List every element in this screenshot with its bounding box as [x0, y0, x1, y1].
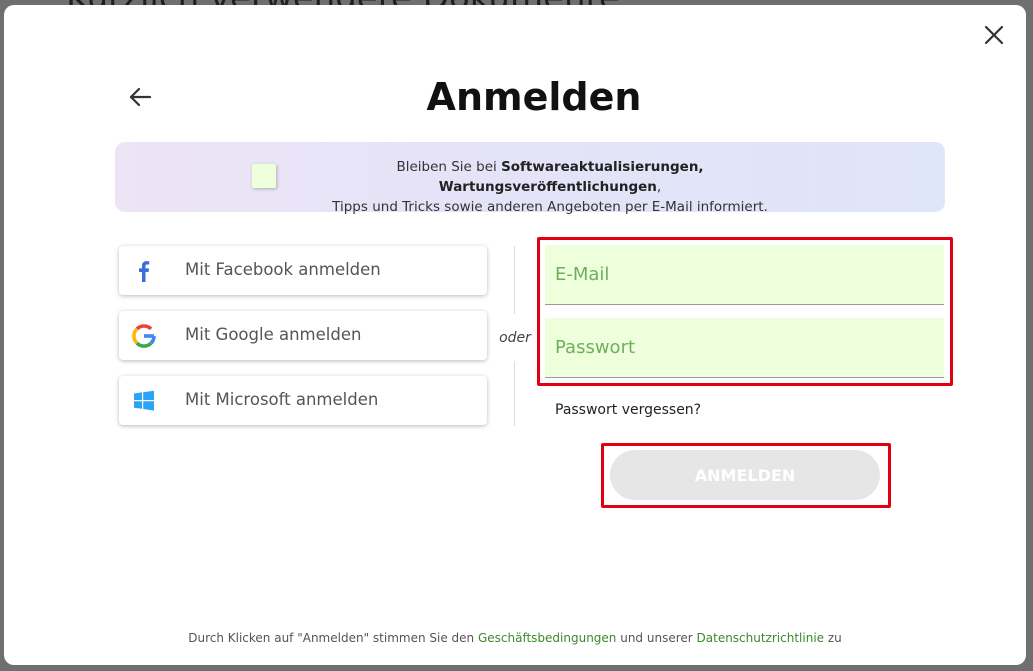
- footer-text-before: Durch Klicken auf "Anmelden" stimmen Sie…: [188, 631, 478, 645]
- separator-label: oder: [499, 330, 531, 346]
- login-dialog: Anmelden Bleiben Sie bei Softwareaktuali…: [4, 5, 1026, 665]
- windows-icon: [134, 390, 154, 411]
- microsoft-login-button[interactable]: Mit Microsoft anmelden: [119, 376, 487, 425]
- divider-bottom: [514, 361, 515, 426]
- facebook-login-label: Mit Facebook anmelden: [185, 260, 381, 279]
- newsletter-text-comma: ,: [656, 179, 662, 195]
- forgot-password-link[interactable]: Passwort vergessen?: [555, 402, 701, 418]
- login-button[interactable]: ANMELDEN: [610, 450, 880, 500]
- page-title: Anmelden: [426, 75, 642, 119]
- terms-footer: Durch Klicken auf "Anmelden" stimmen Sie…: [4, 631, 1026, 645]
- footer-text-middle: und unserer: [616, 631, 697, 645]
- microsoft-login-label: Mit Microsoft anmelden: [185, 390, 379, 409]
- facebook-icon: [139, 261, 150, 282]
- email-field[interactable]: [545, 245, 944, 305]
- newsletter-text-prefix: Bleiben Sie bei: [396, 159, 502, 175]
- newsletter-text: Bleiben Sie bei Softwareaktualisierungen…: [285, 157, 815, 217]
- close-icon: [984, 25, 1004, 45]
- newsletter-checkbox[interactable]: [252, 164, 276, 188]
- google-icon: [132, 324, 156, 348]
- divider-top: [514, 246, 515, 314]
- google-login-label: Mit Google anmelden: [185, 325, 362, 344]
- close-button[interactable]: [980, 21, 1008, 49]
- terms-link[interactable]: Geschäftsbedingungen: [478, 631, 616, 645]
- facebook-login-button[interactable]: Mit Facebook anmelden: [119, 246, 487, 295]
- password-field[interactable]: [545, 318, 944, 378]
- privacy-link[interactable]: Datenschutzrichtlinie: [697, 631, 825, 645]
- footer-text-after: zu: [824, 631, 842, 645]
- newsletter-banner: Bleiben Sie bei Softwareaktualisierungen…: [115, 142, 945, 215]
- newsletter-text-line2: Tipps und Tricks sowie anderen Angeboten…: [332, 199, 768, 215]
- google-login-button[interactable]: Mit Google anmelden: [119, 311, 487, 360]
